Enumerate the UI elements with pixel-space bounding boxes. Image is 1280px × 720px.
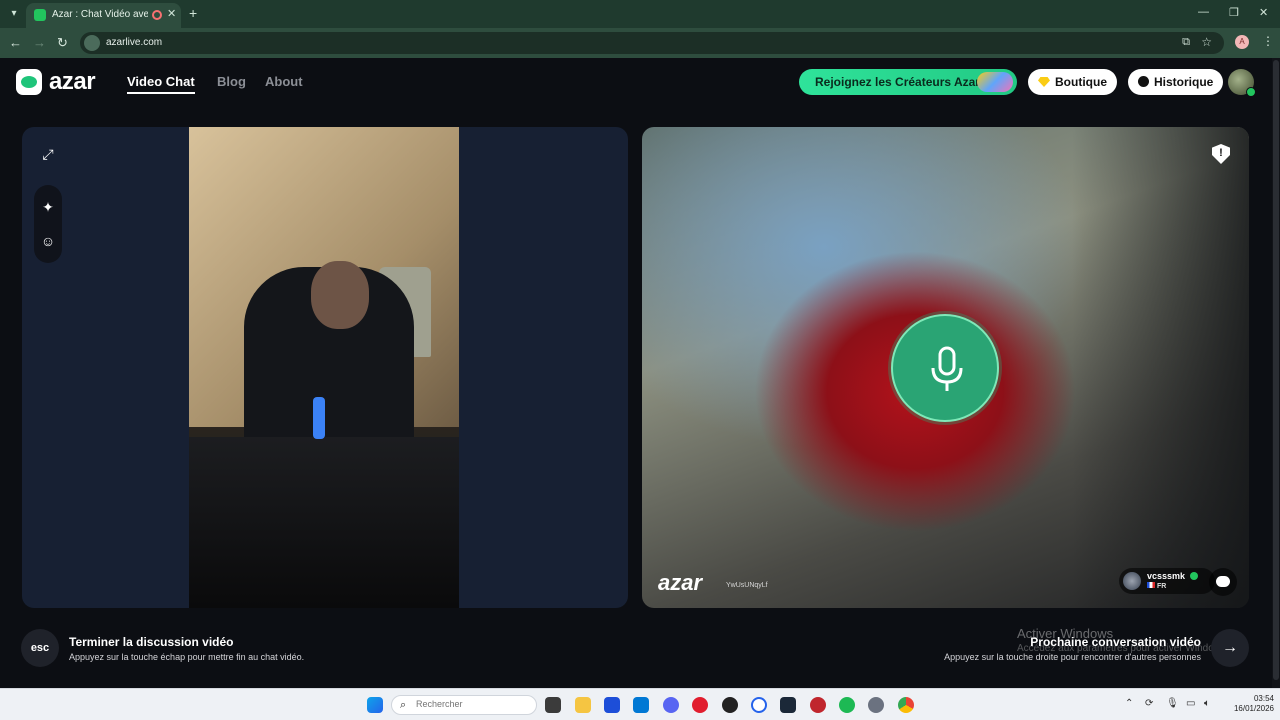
settings-gear-icon[interactable] bbox=[868, 697, 884, 713]
shop-button[interactable]: Boutique bbox=[1028, 69, 1117, 95]
outlook-icon[interactable] bbox=[633, 697, 649, 713]
azar-logo-text[interactable]: azar bbox=[49, 68, 96, 96]
user-avatar[interactable] bbox=[1228, 69, 1256, 97]
online-badge-icon bbox=[1246, 87, 1256, 97]
creators-decoration-icon bbox=[977, 72, 1013, 92]
chat-bubble-icon[interactable] bbox=[1209, 568, 1237, 596]
camera-desk bbox=[189, 437, 459, 608]
recording-indicator-icon bbox=[152, 10, 162, 20]
tab-title: Azar : Chat Vidéo avec de n bbox=[52, 9, 148, 20]
nav-about[interactable]: About bbox=[265, 74, 303, 89]
taskbar-clock[interactable]: 03:54 16/01/2026 bbox=[1224, 694, 1274, 714]
new-tab-button[interactable]: + bbox=[189, 5, 197, 21]
browser-tab-strip: ▾ Azar : Chat Vidéo avec de n ✕ + — ❐ ✕ bbox=[0, 0, 1280, 28]
tray-volume-icon[interactable]: 🔈︎ bbox=[1204, 698, 1210, 709]
history-button[interactable]: Historique bbox=[1128, 69, 1224, 95]
tab-close-icon[interactable]: ✕ bbox=[167, 7, 176, 20]
file-explorer-icon[interactable] bbox=[575, 697, 591, 713]
browser-app-icon[interactable] bbox=[751, 697, 767, 713]
nav-video-chat[interactable]: Video Chat bbox=[127, 74, 195, 94]
remote-country: FR bbox=[1147, 582, 1166, 590]
taskbar-search[interactable]: ⌕ bbox=[391, 695, 537, 715]
azar-page: azar Video Chat Blog About Rejoignez les… bbox=[0, 58, 1280, 688]
gem-icon bbox=[1038, 77, 1050, 87]
next-chat-title: Prochaine conversation vidéo bbox=[1030, 635, 1201, 649]
azar-favicon-icon bbox=[34, 9, 46, 21]
remote-country-code: FR bbox=[1157, 583, 1167, 590]
face-filter-icon[interactable]: ☺ bbox=[34, 227, 62, 255]
address-bar: ← → ↻ azarlive.com ⧉ ☆ bbox=[0, 28, 1280, 58]
microphone-icon bbox=[931, 346, 963, 391]
next-arrow-button[interactable]: → bbox=[1211, 629, 1249, 667]
task-view-icon[interactable] bbox=[545, 697, 561, 713]
tray-sync-icon[interactable]: ⟳ bbox=[1145, 698, 1153, 709]
windows-taskbar: ⌕ ⌃ ⟳ 🎙︎ ▭ 🔈︎ 03:54 16/01/2026 bbox=[0, 688, 1280, 720]
camera-bottle bbox=[313, 397, 325, 439]
bookmark-star-icon[interactable]: ☆ bbox=[1201, 35, 1212, 49]
esc-key-button[interactable]: esc bbox=[21, 629, 59, 667]
resize-icon[interactable]: ⤢ bbox=[34, 140, 62, 168]
microphone-button[interactable] bbox=[891, 314, 999, 422]
remote-video-panel: ! azar YwUsUNqyLf vcsssmk FR bbox=[642, 127, 1249, 608]
discord-icon[interactable] bbox=[663, 697, 679, 713]
scrollbar-thumb[interactable] bbox=[1273, 60, 1279, 680]
remote-video-shade bbox=[1072, 127, 1249, 608]
browser-menu-icon[interactable]: ⋮ bbox=[1262, 34, 1274, 48]
obs-icon[interactable] bbox=[722, 697, 738, 713]
remote-username: vcsssmk bbox=[1147, 571, 1186, 581]
camera-person-head bbox=[311, 261, 369, 329]
join-creators-label: Rejoignez les Créateurs Azar bbox=[815, 75, 980, 89]
effects-toolbar: ✦ ☺ bbox=[34, 185, 62, 263]
france-flag-icon bbox=[1147, 582, 1155, 588]
taskbar-search-input[interactable] bbox=[416, 699, 526, 709]
forward-arrow-icon[interactable]: → bbox=[33, 35, 46, 50]
azar-watermark: azar bbox=[658, 570, 703, 595]
tray-mic-icon[interactable]: 🎙︎ bbox=[1166, 698, 1179, 709]
browser-tab[interactable]: Azar : Chat Vidéo avec de n ✕ bbox=[26, 3, 181, 28]
chrome-icon[interactable] bbox=[898, 697, 914, 713]
omnibox[interactable]: azarlive.com ⧉ ☆ bbox=[80, 32, 1224, 54]
url-text[interactable]: azarlive.com bbox=[106, 37, 162, 48]
install-app-icon[interactable]: ⧉ bbox=[1182, 36, 1190, 49]
clock-time: 03:54 bbox=[1253, 694, 1274, 703]
minimize-button[interactable]: — bbox=[1198, 6, 1209, 18]
site-info-icon[interactable] bbox=[84, 35, 100, 51]
back-arrow-icon[interactable]: ← bbox=[9, 35, 22, 50]
opera-icon[interactable] bbox=[692, 697, 708, 713]
local-camera-feed bbox=[189, 127, 459, 608]
watermark-id: YwUsUNqyLf bbox=[726, 582, 768, 589]
remote-user-avatar bbox=[1123, 572, 1141, 590]
azar-logo-icon[interactable] bbox=[16, 69, 42, 95]
spotify-icon[interactable] bbox=[839, 697, 855, 713]
history-label: Historique bbox=[1154, 75, 1214, 89]
media-player-icon[interactable] bbox=[810, 697, 826, 713]
tab-search-icon[interactable]: ▾ bbox=[6, 6, 22, 22]
shop-label: Boutique bbox=[1055, 75, 1107, 89]
end-chat-subtitle: Appuyez sur la touche échap pour mettre … bbox=[69, 652, 305, 662]
steam-icon[interactable] bbox=[780, 697, 796, 713]
clock-date: 16/01/2026 bbox=[1233, 704, 1274, 713]
end-chat-title: Terminer la discussion vidéo bbox=[69, 635, 234, 649]
close-window-button[interactable]: ✕ bbox=[1259, 6, 1268, 19]
join-creators-button[interactable]: Rejoignez les Créateurs Azar bbox=[799, 69, 1017, 95]
local-video-panel: ⤢ ✦ ☺ bbox=[22, 127, 628, 608]
tray-overflow-icon[interactable]: ⌃ bbox=[1125, 698, 1133, 709]
tray-network-icon[interactable]: ▭ bbox=[1186, 698, 1195, 709]
nav-blog[interactable]: Blog bbox=[217, 74, 246, 89]
maximize-button[interactable]: ❐ bbox=[1229, 6, 1239, 19]
verified-badge-icon bbox=[1190, 572, 1198, 580]
next-chat-subtitle: Appuyez sur la touche droite pour rencon… bbox=[944, 652, 1201, 662]
reload-icon[interactable]: ↻ bbox=[57, 35, 68, 51]
clock-icon bbox=[1138, 76, 1149, 87]
search-icon: ⌕ bbox=[400, 699, 407, 711]
store-icon[interactable] bbox=[604, 697, 620, 713]
browser-profile-avatar[interactable]: A bbox=[1235, 35, 1249, 49]
windows-start-icon[interactable] bbox=[367, 697, 383, 713]
remote-user-chip[interactable]: vcsssmk FR bbox=[1119, 568, 1215, 594]
magic-wand-icon[interactable]: ✦ bbox=[34, 193, 62, 221]
